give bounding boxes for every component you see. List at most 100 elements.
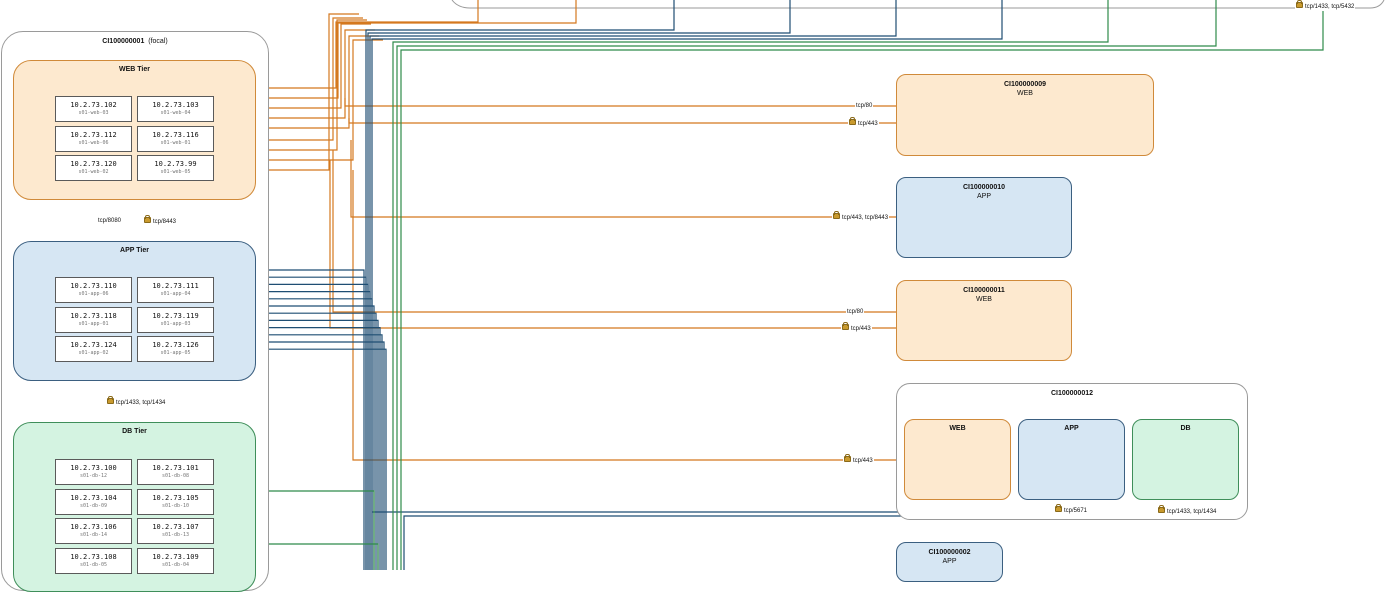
node-hostname: s01-app-01: [78, 320, 109, 327]
db-tier[interactable]: DB Tier: [13, 422, 256, 592]
server-node[interactable]: 10.2.73.107 s01-db-13: [137, 518, 214, 544]
node-hostname: s01-web-02: [78, 169, 109, 175]
edge-label: tcp/1433, tcp/5432: [1295, 0, 1356, 11]
node-ip: 10.2.73.118: [70, 311, 117, 320]
server-node[interactable]: 10.2.73.99 s01-web-05: [137, 155, 214, 181]
lock-icon: [1055, 504, 1062, 512]
lock-icon: [842, 322, 849, 330]
lock-icon: [833, 211, 840, 219]
lock-icon: [144, 215, 151, 223]
connection-line: [256, 540, 379, 570]
connection-line: [350, 140, 896, 218]
node-ip: 10.2.73.104: [70, 493, 117, 502]
ci-container-02[interactable]: CI100000002 APP: [896, 542, 1003, 582]
server-node[interactable]: 10.2.73.102 s01-web-03: [55, 96, 132, 122]
connection-line: [256, 266, 365, 570]
node-ip: 10.2.73.108: [70, 552, 117, 561]
server-node[interactable]: 10.2.73.110 s01-app-06: [55, 277, 132, 303]
server-node[interactable]: 10.2.73.103 s01-web-04: [137, 96, 214, 122]
node-hostname: s01-app-06: [78, 291, 109, 297]
lock-icon: [849, 117, 856, 125]
server-node[interactable]: 10.2.73.105 s01-db-10: [137, 488, 214, 515]
connection-line: [329, 160, 896, 329]
connection-line: [332, 150, 896, 313]
server-node[interactable]: 10.2.73.104 s01-db-09: [55, 488, 132, 515]
node-ip: 10.2.73.105: [152, 493, 199, 502]
lock-icon: [844, 454, 851, 462]
web-tier[interactable]: WEB Tier: [13, 60, 256, 200]
server-node[interactable]: 10.2.73.126 s01-app-05: [137, 336, 214, 362]
lock-icon: [1158, 505, 1165, 513]
node-ip: 10.2.73.102: [70, 101, 117, 109]
connection-line: [256, 13, 359, 174]
server-node[interactable]: 10.2.73.111 s01-app-04: [137, 277, 214, 303]
ci-tier: WEB: [976, 296, 992, 303]
connection-line: [256, 17, 363, 144]
edge-label: tcp/443, tcp/8443: [832, 211, 890, 222]
server-node[interactable]: 10.2.73.120 s01-web-02: [55, 155, 132, 181]
server-node[interactable]: 10.2.73.124 s01-app-02: [55, 336, 132, 362]
ci-id: CI100000009: [1003, 81, 1047, 88]
ci-container-10[interactable]: CI100000010 APP: [896, 177, 1072, 258]
server-node[interactable]: 10.2.73.118 s01-app-01: [55, 306, 132, 333]
ci-title: CI100000001 (focal): [2, 37, 268, 46]
lock-icon: [107, 396, 114, 404]
server-node[interactable]: 10.2.73.100 s01-db-12: [55, 459, 132, 485]
node-ip: 10.2.73.111: [152, 282, 199, 290]
server-node[interactable]: 10.2.73.106 s01-db-14: [55, 518, 132, 544]
connection-line: [256, 0, 577, 102]
ci-container-11[interactable]: CI100000011 WEB: [896, 280, 1072, 361]
edge-label: tcp/1433, tcp/1434: [106, 396, 167, 407]
connection-line: [352, 170, 904, 461]
node-hostname: s01-db-08: [161, 473, 190, 479]
connection-line: [367, 0, 791, 570]
connection-line: [256, 302, 375, 570]
connection-line: [256, 487, 375, 570]
node-hostname: s01-web-06: [78, 139, 109, 146]
node-hostname: s01-db-09: [79, 502, 108, 509]
node-ip: 10.2.73.107: [152, 523, 199, 531]
edge-label: tcp/1433, tcp/1434: [1157, 505, 1218, 516]
edge-label: tcp/443: [843, 454, 874, 465]
connection-line: [344, 98, 896, 107]
edge-label: tcp/8080: [97, 217, 123, 225]
node-hostname: s01-web-04: [160, 110, 191, 116]
ci-container-09[interactable]: CI100000009 WEB: [896, 74, 1154, 156]
ci12-db-tier[interactable]: DB: [1132, 419, 1239, 500]
tier-title: WEB: [949, 425, 966, 432]
tier-title: APP Tier: [120, 247, 149, 254]
node-hostname: s01-web-01: [160, 139, 191, 146]
node-ip: 10.2.73.119: [152, 311, 199, 320]
connection-line: [256, 19, 367, 154]
ci12-web-tier[interactable]: WEB: [904, 419, 1011, 500]
node-hostname: s01-app-05: [160, 350, 191, 356]
node-ip: 10.2.73.103: [152, 101, 199, 109]
ci-id: CI100000001: [102, 38, 145, 45]
node-hostname: s01-app-02: [78, 350, 109, 356]
app-tier[interactable]: APP Tier: [13, 241, 256, 381]
tier-title: DB: [1180, 425, 1191, 432]
server-node[interactable]: 10.2.73.116 s01-web-01: [137, 125, 214, 152]
node-hostname: s01-db-05: [79, 561, 108, 568]
connection-line: [256, 338, 385, 570]
edge-label: tcp/80: [855, 102, 874, 110]
connection-line: [256, 309, 377, 570]
edge-label: tcp/443: [841, 322, 872, 333]
node-ip: 10.2.73.116: [152, 130, 199, 139]
server-node[interactable]: 10.2.73.119 s01-app-03: [137, 306, 214, 333]
node-ip: 10.2.73.101: [152, 464, 199, 472]
server-node[interactable]: 10.2.73.112 s01-web-06: [55, 125, 132, 152]
node-hostname: s01-web-03: [78, 110, 109, 116]
ci-id: CI100000010: [962, 184, 1006, 191]
connection-line: [256, 29, 375, 122]
node-hostname: s01-db-10: [161, 502, 190, 509]
node-hostname: s01-db-04: [161, 561, 190, 568]
server-node[interactable]: 10.2.73.101 s01-db-08: [137, 459, 214, 485]
node-ip: 10.2.73.100: [70, 464, 117, 472]
node-ip: 10.2.73.106: [70, 523, 117, 531]
ci12-app-tier[interactable]: APP: [1018, 419, 1125, 500]
connection-line: [256, 295, 373, 570]
edge-label: tcp/80: [846, 308, 865, 316]
ci-tier: APP: [976, 193, 991, 200]
edge-label: tcp/443: [848, 117, 879, 128]
